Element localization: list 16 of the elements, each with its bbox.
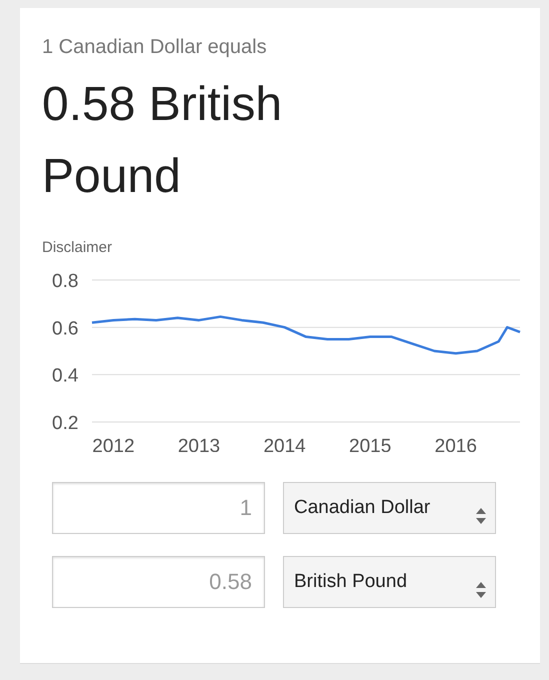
axis-label: 0.6 bbox=[52, 318, 78, 340]
axis-label: 0.2 bbox=[52, 413, 78, 434]
axis-label: 2014 bbox=[263, 436, 306, 452]
up-down-arrows-icon bbox=[475, 507, 487, 525]
currency-select[interactable]: Canadian Dollar bbox=[283, 482, 496, 534]
axis-label: 0.8 bbox=[52, 272, 78, 292]
conversion-result: 0.58 British Pound bbox=[42, 77, 284, 205]
disclaimer-link[interactable]: Disclaimer bbox=[42, 239, 520, 256]
axis-label: 2016 bbox=[434, 436, 477, 452]
axis-label: 2013 bbox=[178, 436, 220, 452]
axis-label: 2012 bbox=[92, 436, 135, 452]
subtitle: 1 Canadian Dollar equals bbox=[42, 36, 268, 59]
axis-label: 0.4 bbox=[52, 366, 78, 387]
axis-label: 2015 bbox=[349, 436, 392, 452]
up-down-arrows-icon bbox=[475, 581, 487, 599]
currency-select[interactable]: British Pound bbox=[283, 556, 496, 608]
